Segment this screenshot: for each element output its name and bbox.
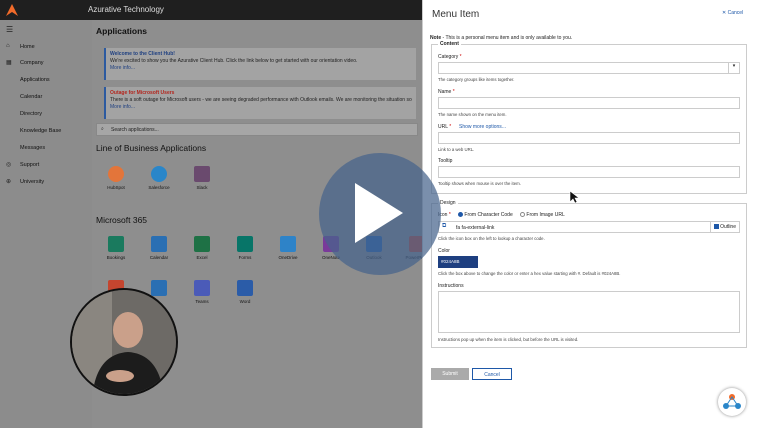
app-word[interactable]: Word — [229, 280, 261, 304]
ms365-heading: Microsoft 365 — [96, 215, 148, 225]
salesforce-icon — [151, 166, 167, 182]
app-calendar[interactable]: Calendar — [143, 236, 175, 260]
name-help: The name shown on the menu item. — [438, 112, 507, 117]
video-play-button[interactable] — [319, 153, 441, 275]
app-onedrive[interactable]: OneDrive — [272, 236, 304, 260]
support-icon: ◎ — [6, 162, 12, 168]
category-help: The category groups like items together. — [438, 77, 515, 82]
color-label: Color — [438, 248, 450, 254]
sidebar-item-knowledge-base[interactable]: Knowledge Base — [20, 128, 61, 134]
submit-button[interactable]: Submit — [431, 368, 469, 380]
notice-welcome: Welcome to the Client Hub! We're excited… — [104, 48, 416, 80]
mouse-cursor-icon — [569, 190, 579, 204]
page-title: Applications — [96, 26, 148, 36]
app-forms[interactable]: Forms — [229, 236, 261, 260]
app-salesforce[interactable]: Salesforce — [143, 166, 175, 190]
tooltip-help: Tooltip shows when mouse is over the ite… — [438, 181, 521, 186]
building-icon: ▦ — [6, 60, 12, 66]
sidebar-item-messages[interactable]: Messages — [20, 145, 45, 151]
teams-icon — [194, 280, 210, 296]
play-icon — [355, 183, 403, 243]
app-slack[interactable]: Slack — [186, 166, 218, 190]
notice-outage: Outage for Microsoft Users There is a so… — [104, 87, 416, 119]
lob-heading: Line of Business Applications — [96, 143, 207, 153]
app-teams[interactable]: Teams — [186, 280, 218, 304]
sidebar-item-directory[interactable]: Directory — [20, 111, 42, 117]
icon-radio-character-code[interactable]: From Character Code — [458, 212, 513, 218]
icon-radio-image-url[interactable]: From Image URL — [520, 212, 565, 218]
search-icon: ⌕ — [101, 126, 104, 132]
calendar-icon — [151, 236, 167, 252]
app-search-input[interactable]: ⌕ Search applications... — [96, 123, 418, 136]
help-assistant-button[interactable] — [718, 388, 746, 416]
university-icon: ⊕ — [6, 179, 12, 185]
notice-more-link[interactable]: More info... — [110, 104, 416, 110]
sidebar-item-applications[interactable]: Applications — [20, 77, 50, 83]
sidebar-item-university[interactable]: University — [20, 179, 44, 185]
instructions-textarea[interactable] — [438, 291, 740, 333]
home-icon: ⌂ — [6, 43, 10, 49]
sidebar-item-home[interactable]: Home — [20, 44, 35, 50]
notice-title: Welcome to the Client Hub! — [110, 51, 175, 57]
notice-body: We're excited to show you the Azurative … — [110, 58, 358, 64]
hamburger-menu-icon[interactable]: ☰ — [6, 25, 13, 34]
app-hubspot[interactable]: HubSpot — [100, 166, 132, 190]
notice-title: Outage for Microsoft Users — [110, 90, 175, 96]
design-legend: Design — [438, 200, 458, 206]
url-help: Link to a web URL. — [438, 147, 475, 152]
url-more-options-link[interactable]: Show more options... — [459, 124, 506, 130]
panel-title: Menu Item — [432, 9, 480, 20]
color-swatch-input[interactable]: #024A8B — [438, 256, 478, 268]
app-title: Azurative Technology — [88, 5, 164, 14]
presenter-image — [72, 290, 176, 394]
icon-help: Click the icon box on the left to lookup… — [438, 236, 545, 241]
hubspot-icon — [108, 166, 124, 182]
external-link-icon[interactable]: ⧉ — [442, 223, 446, 230]
color-help: Click the box above to change the color … — [438, 271, 621, 276]
tooltip-label: Tooltip — [438, 158, 453, 164]
excel-icon — [194, 236, 210, 252]
app-bookings[interactable]: Bookings — [100, 236, 132, 260]
sidebar-item-calendar[interactable]: Calendar — [20, 94, 42, 100]
url-label: URL * — [438, 124, 452, 130]
app-icon — [151, 280, 167, 296]
forms-icon — [237, 236, 253, 252]
sidebar-item-support[interactable]: Support — [20, 162, 39, 168]
bookings-icon — [108, 236, 124, 252]
category-select[interactable]: ▾ — [438, 62, 740, 74]
slack-icon — [194, 166, 210, 182]
notice-more-link[interactable]: More info... — [110, 65, 416, 71]
panel-cancel-link[interactable]: ✕ Cancel — [722, 10, 743, 16]
tooltip-input[interactable] — [438, 166, 740, 178]
presenter-webcam — [70, 288, 178, 396]
cancel-button[interactable]: Cancel — [472, 368, 512, 380]
chevron-down-icon: ▾ — [728, 63, 739, 73]
name-label: Name * — [438, 89, 455, 95]
word-icon — [237, 280, 253, 296]
assistant-icon — [723, 394, 741, 409]
instructions-label: Instructions — [438, 283, 464, 289]
outline-checkbox[interactable]: Outline — [709, 222, 739, 232]
icon-code-input[interactable]: ⧉ fa fa-external-link Outline — [438, 221, 740, 233]
sidebar-item-company[interactable]: Company — [20, 60, 44, 66]
instructions-help: Instructions pop up when the item is cli… — [438, 337, 579, 342]
name-input[interactable] — [438, 97, 740, 109]
url-input[interactable] — [438, 132, 740, 144]
category-label: Category * — [438, 54, 462, 60]
company-logo-icon[interactable] — [5, 3, 19, 17]
content-legend: Content — [438, 41, 461, 47]
onedrive-icon — [280, 236, 296, 252]
app-excel[interactable]: Excel — [186, 236, 218, 260]
notice-body: There is a soft outage for Microsoft use… — [110, 97, 412, 103]
